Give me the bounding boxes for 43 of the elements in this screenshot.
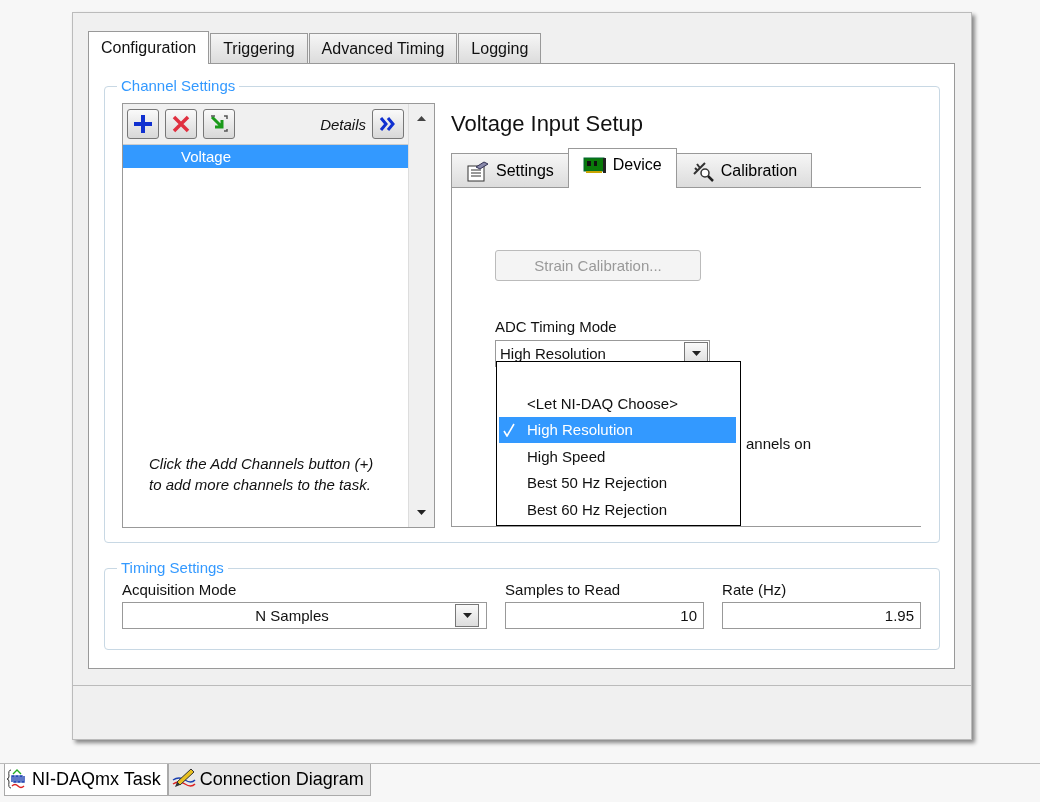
tab[interactable]: Settings: [451, 153, 569, 187]
menu-item[interactable]: High Speed: [499, 443, 736, 470]
scroll-up-icon: [417, 116, 426, 121]
remove-button[interactable]: [165, 109, 197, 139]
dropdown-arrow-icon: [691, 351, 701, 356]
details-button[interactable]: [372, 109, 404, 139]
group-legend: Timing Settings: [117, 559, 228, 577]
tab[interactable]: NI-DAQmx Task: [4, 764, 168, 796]
field-label: Samples to Read: [505, 581, 622, 598]
add-button[interactable]: [127, 109, 159, 139]
check-icon: [503, 422, 515, 437]
field-label: Acquisition Mode: [122, 581, 238, 598]
partial-text: annels on: [746, 435, 812, 452]
dropdown-arrow-icon: [462, 613, 472, 618]
plus-icon: [133, 114, 153, 134]
scrollbar[interactable]: [408, 104, 434, 527]
scroll-down-icon: [417, 510, 426, 515]
details-label: Details: [320, 115, 366, 133]
move-button[interactable]: [203, 109, 235, 139]
menu-item[interactable]: Best 50 Hz Rejection: [499, 469, 736, 496]
field-label: ADC Timing Mode: [495, 318, 618, 335]
rate-input[interactable]: 1.95: [722, 602, 921, 629]
group-legend: Channel Settings: [117, 77, 240, 95]
samples-input[interactable]: 10: [505, 602, 705, 629]
tab[interactable]: Logging: [458, 33, 542, 63]
tab[interactable]: Advanced Timing: [308, 33, 458, 63]
tab[interactable]: Calibration: [675, 153, 813, 187]
pencil-wires-icon: [170, 768, 197, 790]
menu-item[interactable]: Best 60 Hz Rejection: [499, 496, 736, 523]
double-chevron-icon: [379, 116, 397, 132]
close-icon: [172, 115, 190, 133]
form-icon: [466, 159, 490, 182]
tab[interactable]: Configuration: [88, 31, 210, 64]
acquisition-mode-dropdown[interactable]: N Samples: [122, 602, 488, 629]
setup-title: Voltage Input Setup: [451, 111, 645, 137]
tab[interactable]: Connection Diagram: [167, 764, 371, 796]
circuit-board-icon: [582, 155, 607, 174]
tab[interactable]: Triggering: [210, 33, 308, 63]
menu-item[interactable]: <Let NI-DAQ Choose>: [499, 390, 736, 417]
hint-text: Click the Add Channels button (+) to add more channels to the task.: [149, 454, 375, 495]
field-label: Rate (Hz): [722, 581, 788, 598]
tab[interactable]: Device: [567, 148, 677, 188]
arrow-icon: [209, 114, 229, 134]
